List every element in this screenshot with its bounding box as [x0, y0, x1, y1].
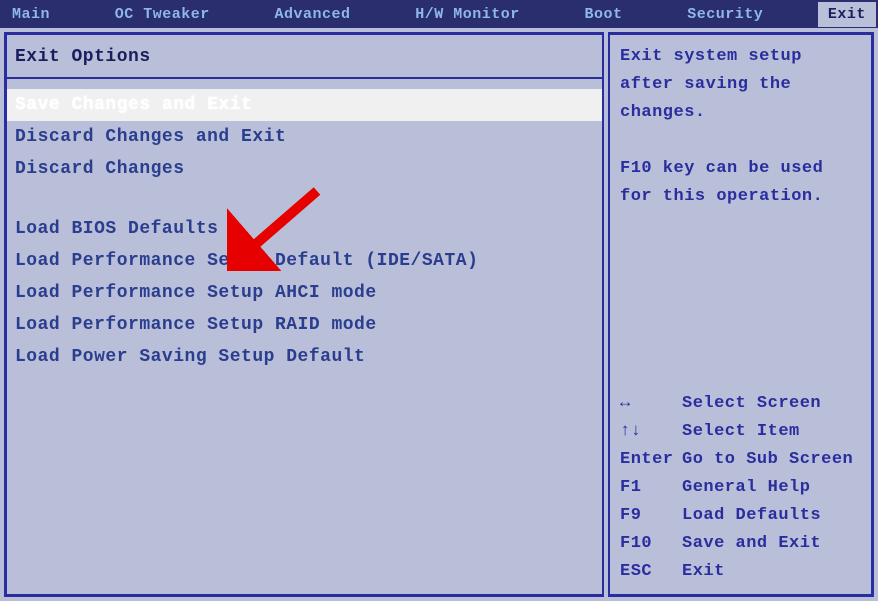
tab-oc-tweaker[interactable]: OC Tweaker	[105, 2, 220, 27]
nav-desc: General Help	[682, 474, 861, 502]
menu-load-perf-ide-sata[interactable]: Load Performance Setup Default (IDE/SATA…	[7, 245, 602, 277]
exit-options-panel: Exit Options Save Changes and Exit Disca…	[4, 32, 604, 597]
nav-select-item: ↑↓ Select Item	[620, 418, 861, 446]
menu-discard-changes[interactable]: Discard Changes	[7, 153, 602, 185]
bios-tab-bar: Main OC Tweaker Advanced H/W Monitor Boo…	[0, 0, 878, 28]
tab-advanced[interactable]: Advanced	[264, 2, 360, 27]
menu-save-changes-exit[interactable]: Save Changes and Exit	[7, 89, 602, 121]
nav-desc: Load Defaults	[682, 502, 861, 530]
nav-exit: ESC Exit	[620, 558, 861, 586]
nav-key: F1	[620, 474, 682, 502]
help-line: Exit system setup	[620, 43, 861, 71]
nav-load-defaults: F9 Load Defaults	[620, 502, 861, 530]
help-panel: Exit system setup after saving the chang…	[608, 32, 874, 597]
navigation-help: ↔ Select Screen ↑↓ Select Item Enter Go …	[620, 390, 861, 586]
menu-load-perf-raid[interactable]: Load Performance Setup RAID mode	[7, 309, 602, 341]
tab-security[interactable]: Security	[677, 2, 773, 27]
nav-desc: Select Screen	[682, 390, 861, 418]
menu-load-power-saving[interactable]: Load Power Saving Setup Default	[7, 341, 602, 373]
nav-desc: Go to Sub Screen	[682, 446, 861, 474]
nav-key: F10	[620, 530, 682, 558]
help-line: changes.	[620, 99, 861, 127]
nav-desc: Save and Exit	[682, 530, 861, 558]
help-line: for this operation.	[620, 183, 861, 211]
tab-exit[interactable]: Exit	[818, 2, 876, 27]
section-title: Exit Options	[7, 43, 602, 77]
help-text: Exit system setup after saving the chang…	[620, 43, 861, 211]
menu-load-perf-ahci[interactable]: Load Performance Setup AHCI mode	[7, 277, 602, 309]
help-line: after saving the	[620, 71, 861, 99]
tab-main[interactable]: Main	[2, 2, 60, 27]
nav-select-screen: ↔ Select Screen	[620, 390, 861, 418]
tab-hw-monitor[interactable]: H/W Monitor	[405, 2, 530, 27]
tab-boot[interactable]: Boot	[574, 2, 632, 27]
menu-load-bios-defaults[interactable]: Load BIOS Defaults	[7, 213, 602, 245]
help-line: F10 key can be used	[620, 155, 861, 183]
nav-key: F9	[620, 502, 682, 530]
nav-desc: Select Item	[682, 418, 861, 446]
nav-general-help: F1 General Help	[620, 474, 861, 502]
nav-key: ESC	[620, 558, 682, 586]
menu-discard-changes-exit[interactable]: Discard Changes and Exit	[7, 121, 602, 153]
nav-key: ↔	[620, 390, 682, 418]
nav-sub-screen: Enter Go to Sub Screen	[620, 446, 861, 474]
nav-desc: Exit	[682, 558, 861, 586]
divider	[7, 77, 602, 79]
nav-key: Enter	[620, 446, 682, 474]
nav-key: ↑↓	[620, 418, 682, 446]
nav-save-exit: F10 Save and Exit	[620, 530, 861, 558]
